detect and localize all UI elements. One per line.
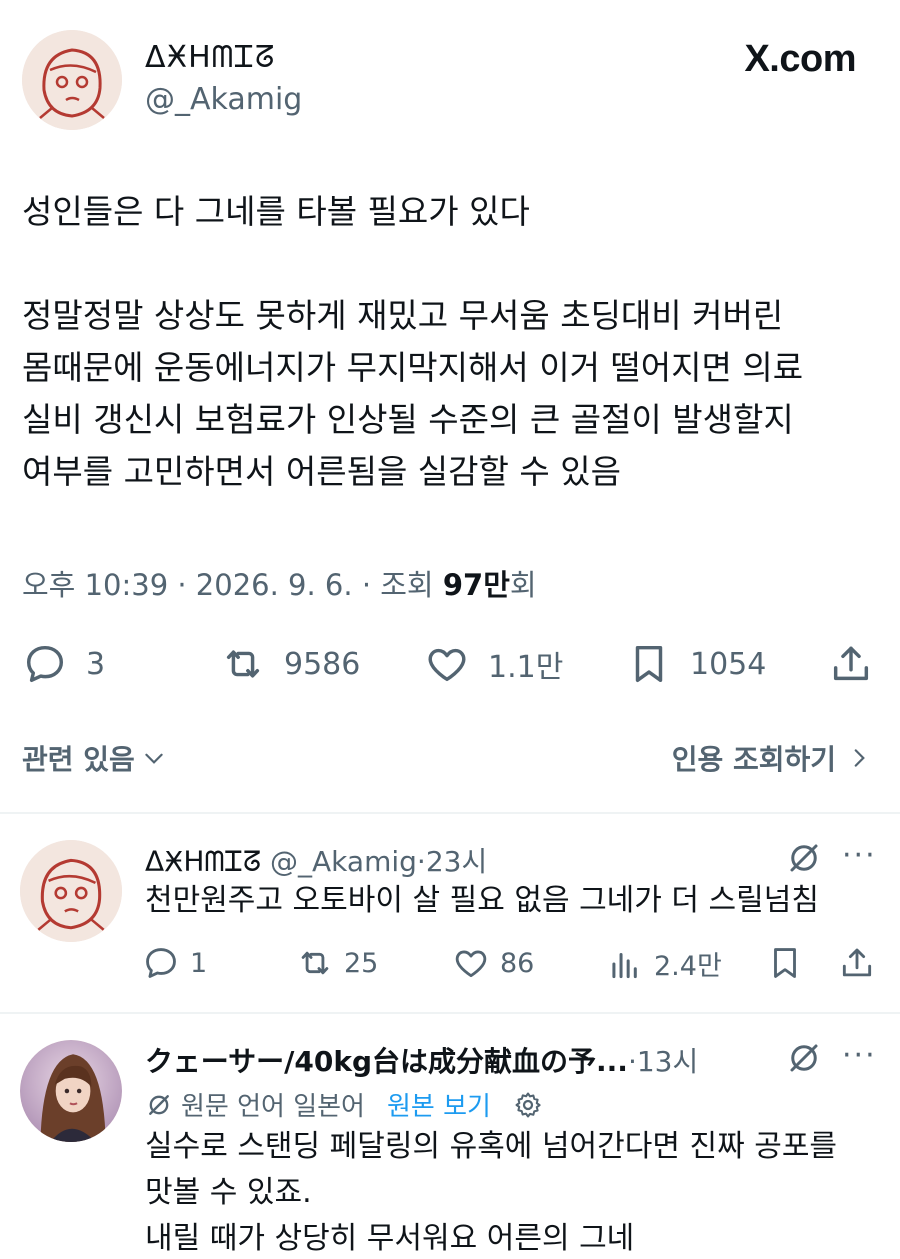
reply-time[interactable]: 13시: [637, 1045, 698, 1078]
retweet-icon: [301, 951, 329, 975]
share-button[interactable]: [838, 944, 876, 982]
bookmark-icon: [774, 948, 796, 978]
tweet-actions: 3 9586 1.1만 1054: [22, 638, 878, 690]
reply-text-line: 맛볼 수 있죠.: [145, 1175, 312, 1210]
related-label: 관련 있음: [22, 743, 135, 776]
reply-icon: [26, 645, 64, 683]
retweet-count: 25: [344, 947, 379, 979]
reply-text-line: 내릴 때가 상당히 무서워요 어른의 그네: [145, 1221, 635, 1256]
avatar-drawing-icon: [22, 30, 122, 130]
heart-icon: [428, 648, 466, 682]
divider: [0, 812, 900, 814]
divider: [0, 1012, 900, 1014]
dot-separator: ·: [416, 845, 426, 878]
view-count: 2.4만: [654, 951, 722, 982]
reply-button[interactable]: 1: [142, 944, 207, 982]
reply-time[interactable]: 23시: [426, 845, 487, 878]
tweet-meta: 오후 10:39 · 2026. 9. 6. · 조회 97만회: [22, 562, 537, 604]
views-button[interactable]: 2.4만: [606, 944, 722, 983]
author-handle[interactable]: @_Akamig: [145, 82, 302, 117]
more-options-icon[interactable]: ···: [842, 838, 877, 873]
tweet-text-paragraph: 정말정말 상상도 못하게 재밌고 무서움 초딩대비 커버린 몸때문에 운동에너지…: [22, 290, 882, 498]
share-button[interactable]: [828, 638, 874, 690]
dot-separator: ·: [627, 1045, 637, 1078]
view-count: 97만: [442, 568, 510, 602]
tweet-text-line: 여부를 고민하면서 어른됨을 실감할 수 있음: [22, 452, 621, 491]
avatar-drawing-icon: [20, 840, 122, 942]
reply-icon: [146, 948, 176, 978]
analytics-icon: [612, 952, 637, 978]
view-quotes-label: 인용 조회하기: [671, 743, 836, 776]
tweet-text-line: 정말정말 상상도 못하게 재밌고 무서움 초딩대비 커버린: [22, 296, 784, 335]
avatar-portrait-icon: [20, 1040, 122, 1142]
reply-text-line: 실수로 스탠딩 페달링의 유혹에 넘어간다면 진짜 공포를: [145, 1129, 838, 1164]
grok-icon[interactable]: [786, 840, 822, 876]
view-suffix: 회: [509, 568, 537, 602]
reply-text: 실수로 스탠딩 페달링의 유혹에 넘어간다면 진짜 공포를 맛볼 수 있죠. 내…: [145, 1124, 885, 1259]
like-button[interactable]: 1.1만: [424, 638, 563, 690]
translation-bar: 원문 언어 일본어 원본 보기: [145, 1086, 543, 1123]
reply-avatar[interactable]: [20, 1040, 122, 1142]
heart-icon: [455, 950, 487, 978]
like-count: 86: [500, 947, 535, 979]
reply-count: 1: [190, 947, 208, 979]
like-button[interactable]: 86: [452, 944, 534, 982]
reply-avatar[interactable]: [20, 840, 122, 942]
gear-icon[interactable]: [513, 1090, 543, 1120]
reply-handle[interactable]: @_Akamig: [270, 845, 417, 878]
translation-label: 원문 언어 일본어: [181, 1092, 365, 1122]
reply-header: クェーサー/40kg台は成分献血の予...·13시: [145, 1040, 698, 1080]
reply-display-name[interactable]: クェーサー/40kg台は成分献血の予...: [145, 1045, 628, 1078]
reply-header: ᐃӾᕼᗰᏆᘔ @_Akamig·23시: [145, 840, 487, 880]
tweet-text-line: 몸때문에 운동에너지가 무지막지해서 이거 떨어지면 의료: [22, 348, 804, 387]
bookmark-count: 1054: [690, 646, 767, 682]
tweet-timestamp[interactable]: 오후 10:39 · 2026. 9. 6. · 조회: [22, 568, 443, 602]
chevron-right-icon: [854, 749, 865, 767]
show-original-link[interactable]: 원본 보기: [387, 1086, 491, 1123]
tweet-text-line: 실비 갱신시 보험료가 인상될 수준의 큰 골절이 발생할지: [22, 400, 794, 439]
related-toggle[interactable]: 관련 있음: [22, 738, 167, 778]
site-logo: X.com: [744, 38, 856, 80]
bookmark-button[interactable]: 1054: [626, 638, 766, 690]
view-quotes-link[interactable]: 인용 조회하기: [672, 738, 872, 778]
reply-text: 천만원주고 오토바이 살 필요 없음 그네가 더 스릴넘침: [145, 883, 819, 918]
retweet-button[interactable]: 9586: [220, 638, 360, 690]
bookmark-button[interactable]: [766, 944, 804, 982]
author-avatar[interactable]: [22, 30, 122, 130]
retweet-count: 9586: [284, 646, 361, 682]
retweet-button[interactable]: 25: [296, 944, 378, 982]
like-count: 1.1만: [488, 650, 564, 685]
reply-button[interactable]: 3: [22, 638, 105, 690]
grok-icon[interactable]: [786, 1040, 822, 1076]
retweet-icon: [226, 650, 260, 678]
bookmark-icon: [635, 645, 663, 683]
more-options-icon[interactable]: ···: [842, 1038, 877, 1073]
grok-icon: [149, 1094, 169, 1115]
reply-count: 3: [86, 646, 106, 682]
author-display-name[interactable]: ᐃӾᕼᗰᏆᘔ: [145, 40, 275, 75]
share-icon: [833, 646, 869, 681]
reply-display-name[interactable]: ᐃӾᕼᗰᏆᘔ: [145, 845, 261, 878]
chevron-down-icon: [145, 753, 163, 764]
tweet-text-line: 성인들은 다 그네를 타볼 필요가 있다: [22, 192, 530, 231]
share-icon: [842, 948, 872, 977]
